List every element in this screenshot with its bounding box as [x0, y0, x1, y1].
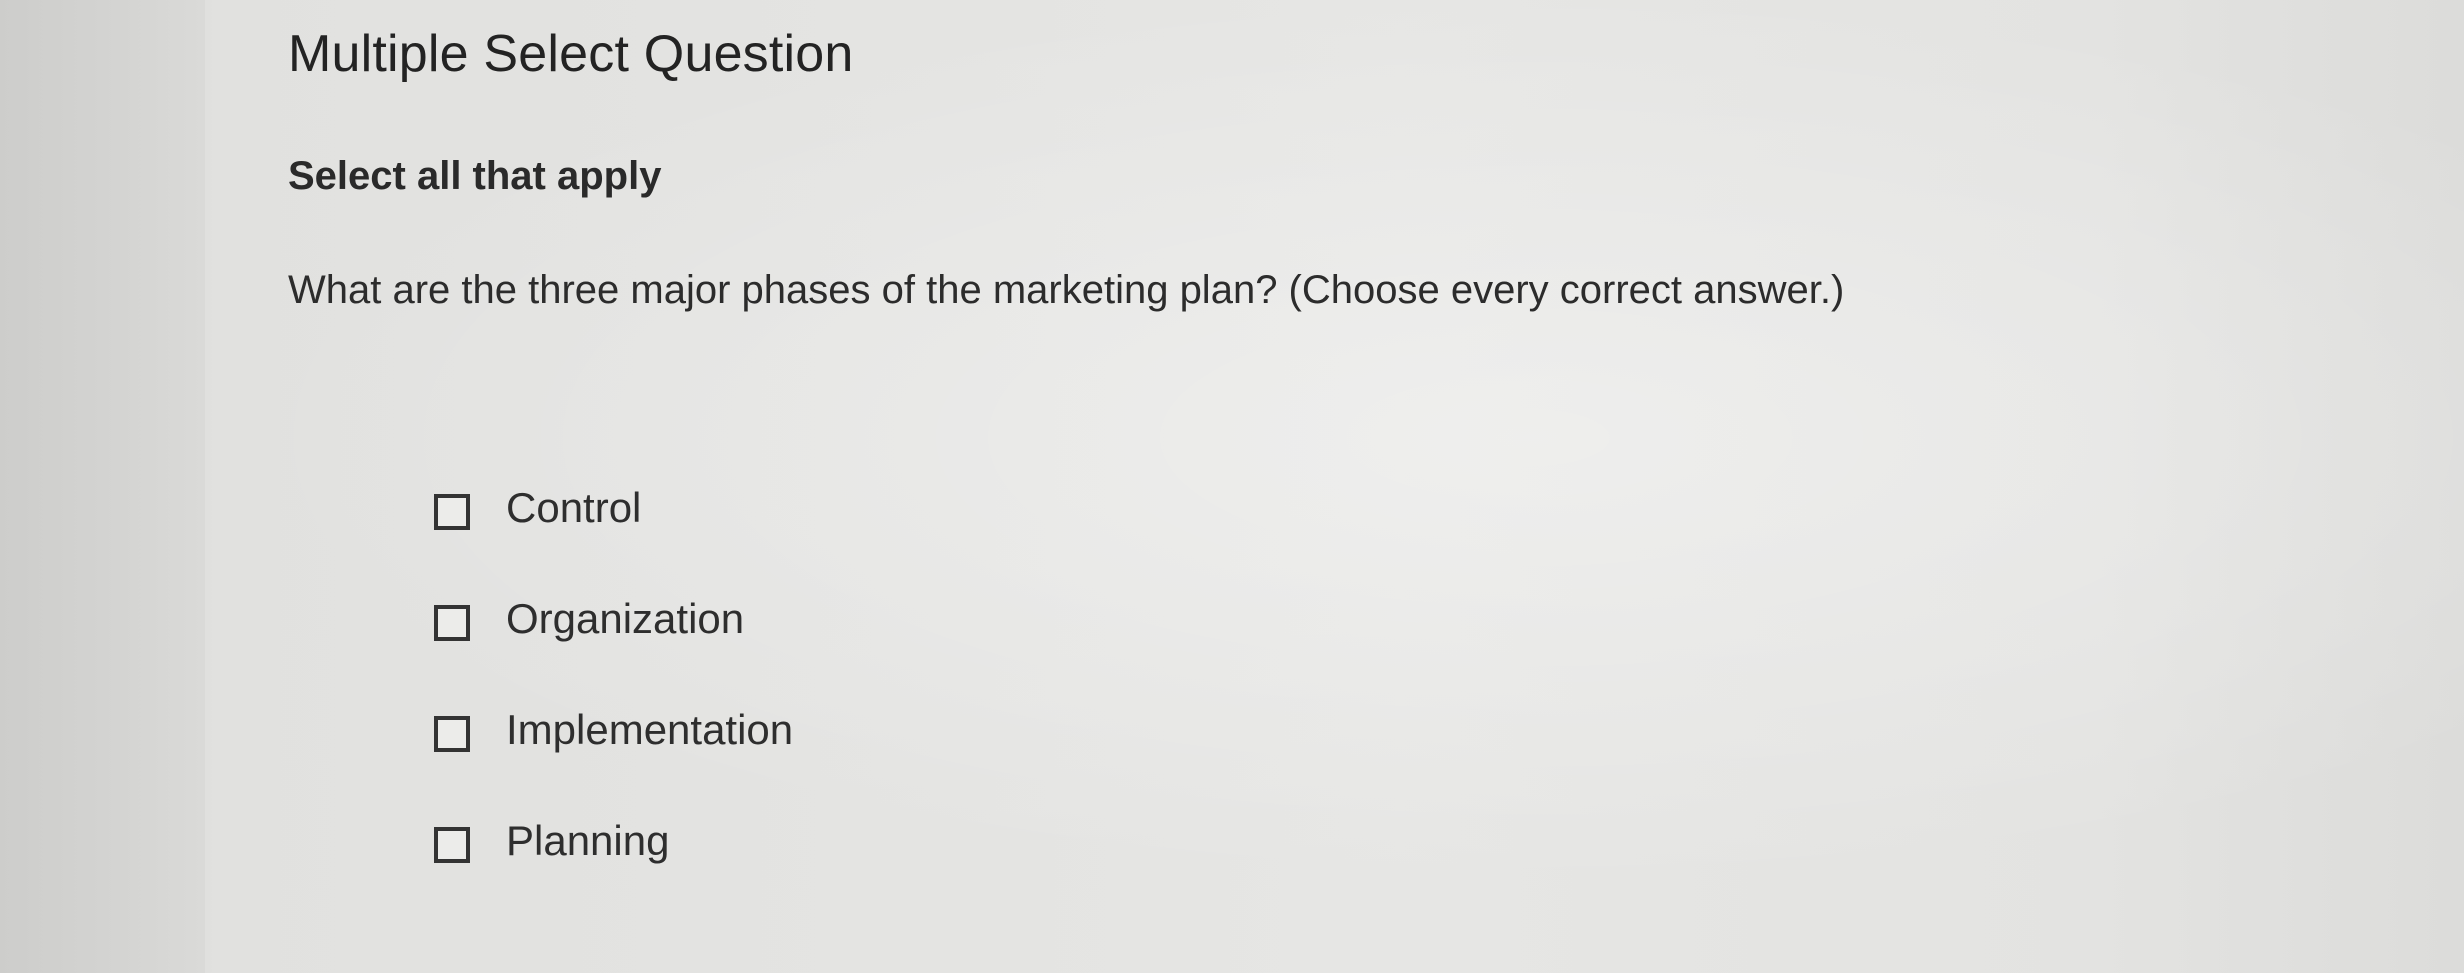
answer-option-label[interactable]: Control [506, 484, 641, 532]
checkbox-organization[interactable] [434, 605, 470, 641]
left-margin [0, 0, 205, 973]
answer-option-label[interactable]: Organization [506, 595, 744, 643]
answer-option-label[interactable]: Implementation [506, 706, 793, 754]
question-type-title: Multiple Select Question [288, 25, 854, 83]
screen: Multiple Select Question Select all that… [0, 0, 2464, 973]
answer-option-label[interactable]: Planning [506, 817, 669, 865]
checkbox-control[interactable] [434, 494, 470, 530]
question-prompt: What are the three major phases of the m… [288, 268, 1845, 312]
question-panel: Multiple Select Question Select all that… [288, 0, 2388, 973]
question-instruction: Select all that apply [288, 154, 662, 198]
checkbox-planning[interactable] [434, 827, 470, 863]
checkbox-implementation[interactable] [434, 716, 470, 752]
